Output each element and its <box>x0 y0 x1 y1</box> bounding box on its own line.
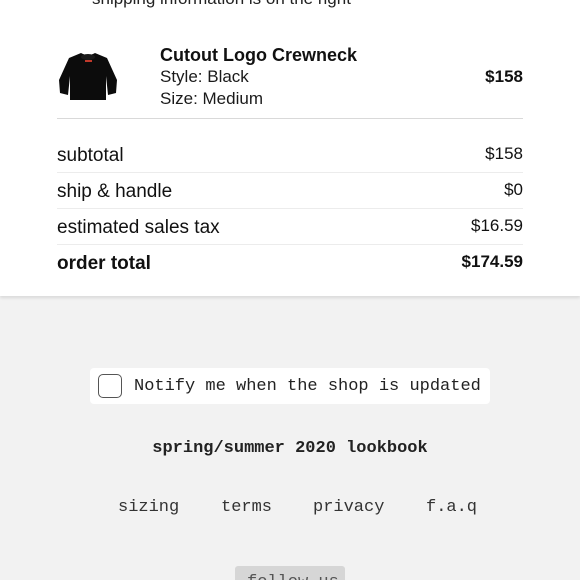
summary-value: $174.59 <box>461 252 523 271</box>
summary-label: estimated sales tax <box>57 217 220 238</box>
item-style: Style: Black <box>160 67 249 86</box>
footer-link-sizing[interactable]: sizing <box>118 498 179 517</box>
summary-row-shipping: ship & handle $0 <box>57 173 523 209</box>
cut-off-header-text: shipping information is on the right <box>92 0 351 9</box>
cart-item-info: Cutout Logo Crewneck Style: Black Size: … <box>160 45 357 110</box>
summary-label: ship & handle <box>57 181 173 202</box>
summary-value: $16.59 <box>471 216 523 235</box>
order-summary-card: shipping information is on the right Cut… <box>0 0 580 296</box>
item-price: $158 <box>485 67 523 86</box>
notify-checkbox[interactable] <box>98 374 122 398</box>
summary-row-tax: estimated sales tax $16.59 <box>57 209 523 245</box>
order-summary: subtotal $158 ship & handle $0 estimated… <box>57 137 523 281</box>
cart-item: Cutout Logo Crewneck Style: Black Size: … <box>57 44 523 119</box>
lookbook-link[interactable]: spring/summer 2020 lookbook <box>0 439 580 458</box>
item-name[interactable]: Cutout Logo Crewneck <box>160 45 357 66</box>
footer-link-privacy[interactable]: privacy <box>313 498 384 517</box>
crewneck-sweatshirt-image <box>59 53 117 100</box>
footer-links: sizing terms privacy f.a.q <box>0 498 580 522</box>
summary-row-order-total: order total $174.59 <box>57 245 523 281</box>
item-size: Size: Medium <box>160 89 263 108</box>
footer-link-terms[interactable]: terms <box>221 498 272 517</box>
summary-row-subtotal: subtotal $158 <box>57 137 523 173</box>
follow-button[interactable]: follow us <box>235 566 345 580</box>
summary-label: subtotal <box>57 145 124 166</box>
summary-value: $158 <box>485 144 523 163</box>
notify-checkbox-row[interactable]: Notify me when the shop is updated <box>90 368 490 404</box>
footer-link-faq[interactable]: f.a.q <box>426 498 477 517</box>
summary-label: order total <box>57 253 151 274</box>
notify-label[interactable]: Notify me when the shop is updated <box>134 377 481 396</box>
summary-value: $0 <box>504 180 523 199</box>
